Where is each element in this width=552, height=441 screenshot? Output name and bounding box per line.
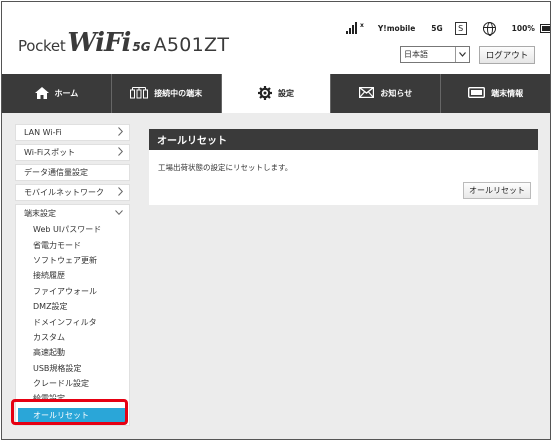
sidebar-subitem[interactable]: ソフトウェア更新: [16, 253, 129, 268]
tab-home[interactable]: ホーム: [2, 74, 112, 113]
sidebar-item-label: LAN Wi-Fi: [24, 128, 62, 137]
sidebar-item-item[interactable]: モバイルネットワーク: [15, 184, 130, 201]
sim-icon: S: [454, 21, 467, 35]
app-window: Pocket WiFi 5G A501ZT x Y!mobile 5G S 10…: [1, 1, 551, 440]
home-icon: [34, 86, 49, 101]
language-select[interactable]: 日本語: [400, 46, 470, 63]
device-model: A501ZT: [153, 34, 230, 56]
brand-logo: Pocket WiFi 5G A501ZT: [18, 28, 229, 58]
tab-device-info-label: 端末情報: [491, 89, 524, 98]
logout-button[interactable]: ログアウト: [479, 46, 535, 64]
tab-settings[interactable]: 設定: [221, 74, 332, 113]
sidebar-subitem[interactable]: ファイアウォール: [16, 284, 129, 299]
tab-settings-label: 設定: [277, 89, 294, 98]
device-icon: [468, 86, 486, 100]
tab-device-info[interactable]: 端末情報: [441, 74, 550, 113]
sidebar-group-title[interactable]: 端末設定: [16, 205, 129, 222]
battery-icon: [539, 23, 550, 33]
tab-notices[interactable]: お知らせ: [331, 74, 442, 113]
sidebar-subitem[interactable]: DMZ設定: [16, 299, 129, 314]
tab-connected-devices-label: 接続中の端末: [154, 89, 203, 98]
sidebar-subitem[interactable]: クレードル設定: [16, 376, 129, 391]
gear-icon: [257, 85, 272, 102]
main-nav: ホーム 接続中の端末 設定 お知らせ 端末情報: [2, 74, 550, 113]
tab-home-label: ホーム: [54, 89, 79, 98]
chevron-right-icon: [118, 147, 123, 159]
all-reset-button[interactable]: オールリセット: [463, 182, 531, 199]
chevron-right-icon: [118, 187, 123, 199]
mail-icon: [359, 86, 375, 100]
header: Pocket WiFi 5G A501ZT x Y!mobile 5G S 10…: [2, 2, 550, 74]
sidebar-subitem[interactable]: 高速起動: [16, 345, 129, 360]
sidebar-item-label: モバイルネットワーク: [24, 188, 104, 197]
sidebar-subitem[interactable]: 省電力モード: [16, 237, 129, 252]
signal-status: x: [360, 21, 364, 29]
chevron-down-icon: [455, 47, 469, 62]
sidebar-subitem[interactable]: Web UIパスワード: [16, 222, 129, 237]
sidebar-group-label: 端末設定: [24, 209, 56, 218]
sidebar-group-device-settings: 端末設定 Web UIパスワード 省電力モード ソフトウェア更新 接続履歴 ファイアウォー…: [15, 204, 130, 426]
sidebar-item-wi-fi[interactable]: Wi-Fiスポット: [15, 144, 130, 161]
carrier-name: Y!mobile: [377, 23, 416, 33]
chevron-right-icon: [118, 127, 123, 139]
sidebar-item-lan-wi-fi[interactable]: LAN Wi-Fi: [15, 124, 130, 141]
sidebar-subitem[interactable]: USB規格設定: [16, 361, 129, 376]
panel-title: オールリセット: [149, 129, 538, 150]
brand-part2: WiFi: [67, 28, 131, 58]
sidebar-item-item[interactable]: データ通信量設定: [15, 164, 130, 181]
highlight-frame: [11, 399, 128, 425]
all-reset-panel: オールリセット 工場出荷状態の設定にリセットします。 オールリセット: [149, 129, 538, 205]
language-selected: 日本語: [404, 50, 428, 59]
sidebar-subitem[interactable]: ドメインフィルタ: [16, 314, 129, 329]
globe-icon: [482, 21, 496, 36]
tab-connected-devices[interactable]: 接続中の端末: [112, 74, 222, 113]
sidebar-item-label: データ通信量設定: [24, 168, 88, 177]
sidebar-subitem[interactable]: 接続履歴: [16, 268, 129, 283]
tab-notices-label: お知らせ: [380, 89, 413, 98]
sidebar-item-label: Wi-Fiスポット: [24, 148, 76, 157]
content-area: LAN Wi-Fi Wi-Fiスポット データ通信量設定 モバイルネットワーク 端末設定…: [2, 113, 550, 439]
sidebar: LAN Wi-Fi Wi-Fiスポット データ通信量設定 モバイルネットワーク 端末設定…: [15, 124, 130, 426]
brand-part1: Pocket: [18, 37, 66, 55]
network-type: 5G: [431, 23, 443, 33]
status-bar: x Y!mobile 5G S 100%: [346, 21, 550, 36]
brand-part3: 5G: [132, 40, 151, 54]
sidebar-subitem[interactable]: カスタム: [16, 330, 129, 345]
battery-percent: 100%: [511, 23, 535, 33]
panel-description: 工場出荷状態の設定にリセットします。: [158, 163, 293, 172]
devices-icon: [130, 86, 149, 101]
chevron-down-icon: [115, 208, 123, 217]
signal-icon: [346, 22, 357, 34]
